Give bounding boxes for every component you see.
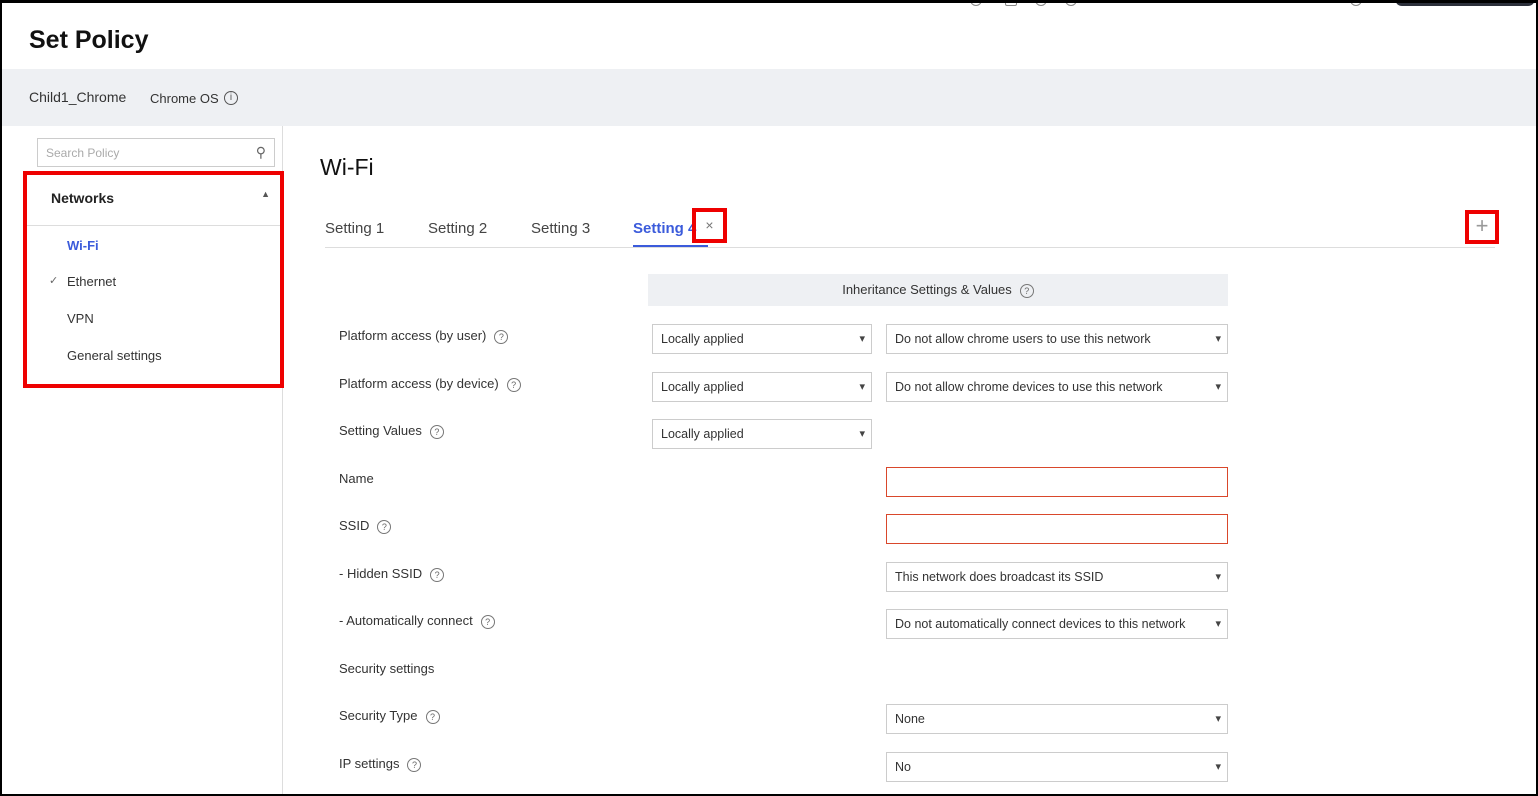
section-label: Security settings [339, 661, 435, 676]
sidebar-item-label: Ethernet [67, 274, 117, 289]
help-icon[interactable]: ? [377, 519, 392, 534]
networks-section: Networks ▲ Wi-Fi ✓ Ethernet VPN General se… [23, 171, 284, 388]
help-icon[interactable]: ? [506, 377, 521, 392]
add-tab-icon[interactable]: + [1465, 210, 1499, 244]
label-text: Security Type [339, 708, 418, 723]
info-icon[interactable]: i [224, 91, 238, 105]
field-label: - Automatically connect? [339, 613, 495, 629]
settings-icon[interactable] [1035, 0, 1047, 6]
label-text: Platform access (by user) [339, 328, 487, 343]
name-input[interactable] [886, 467, 1228, 497]
label-text: - Hidden SSID [339, 566, 423, 581]
sidebar: Search Policy ⚲ Networks ▲ Wi-Fi ✓ Ethernet… [2, 126, 284, 796]
label-text: Platform access (by device) [339, 376, 499, 391]
device-bar: Child1_Chrome Chrome OS i [2, 69, 1536, 126]
tab-setting-2[interactable]: Setting 2 [428, 220, 487, 237]
tab-setting-1[interactable]: Setting 1 [325, 220, 384, 237]
chevron-up-icon[interactable]: ▲ [261, 189, 270, 199]
label-text: Setting Values [339, 423, 422, 438]
field-label: Platform access (by user)? [339, 328, 509, 344]
help-icon[interactable]: ? [430, 567, 445, 582]
field-label: - Hidden SSID? [339, 566, 445, 582]
field-label: Setting Values? [339, 423, 444, 439]
networks-header[interactable]: Networks ▲ [27, 175, 280, 226]
inherit-select[interactable]: Locally applied [652, 419, 872, 449]
sidebar-item-wifi[interactable]: Wi-Fi [67, 238, 99, 253]
inherit-select[interactable]: Locally applied [652, 324, 872, 354]
help-icon[interactable]: ? [494, 329, 509, 344]
inheritance-header: Inheritance Settings & Values? [648, 274, 1228, 306]
field-label: Name [339, 471, 374, 486]
label-text: IP settings [339, 756, 400, 771]
section-heading: Wi-Fi [320, 154, 374, 180]
help-icon[interactable] [1065, 0, 1077, 6]
help-icon[interactable]: ? [480, 614, 495, 629]
sidebar-item-vpn[interactable]: VPN [67, 311, 94, 326]
search-input[interactable]: Search Policy ⚲ [37, 138, 275, 167]
value-select[interactable]: Do not allow chrome users to use this ne… [886, 324, 1228, 354]
field-label: IP settings? [339, 756, 422, 772]
help-icon[interactable]: ? [1019, 283, 1034, 298]
value-select[interactable]: This network does broadcast its SSID [886, 562, 1228, 592]
inheritance-label: Inheritance Settings & Values [842, 282, 1012, 297]
bell-icon[interactable] [970, 0, 982, 6]
value-select[interactable]: Do not allow chrome devices to use this … [886, 372, 1228, 402]
field-label: Security Type? [339, 708, 440, 724]
sidebar-item-general[interactable]: General settings [67, 348, 162, 363]
help-icon[interactable]: ? [407, 757, 422, 772]
sidebar-item-ethernet[interactable]: ✓ Ethernet [49, 274, 117, 289]
label-text: - Automatically connect [339, 613, 473, 628]
field-label: SSID? [339, 518, 392, 534]
user-icon[interactable] [1350, 0, 1362, 6]
help-icon[interactable]: ? [429, 424, 444, 439]
tab-setting-3[interactable]: Setting 3 [531, 220, 590, 237]
section-title: Networks [51, 190, 115, 206]
label-text: SSID [339, 518, 370, 533]
help-icon[interactable]: ? [425, 709, 440, 724]
page-title: Set Policy [29, 26, 149, 54]
account-button[interactable] [1395, 0, 1535, 6]
ssid-input[interactable] [886, 514, 1228, 544]
value-select[interactable]: None [886, 704, 1228, 734]
device-name: Child1_Chrome [29, 89, 127, 105]
inherit-select[interactable]: Locally applied [652, 372, 872, 402]
close-tab-icon[interactable]: × [692, 208, 727, 243]
search-placeholder: Search Policy [46, 146, 120, 160]
value-select[interactable]: Do not automatically connect devices to … [886, 609, 1228, 639]
device-os: Chrome OS [150, 91, 219, 106]
mail-icon[interactable] [1005, 0, 1017, 6]
check-icon: ✓ [49, 275, 59, 287]
tab-bar: Setting 1 Setting 2 Setting 3 Setting 4 … [325, 208, 1499, 248]
search-icon[interactable]: ⚲ [256, 144, 266, 161]
value-select[interactable]: No [886, 752, 1228, 782]
field-label: Platform access (by device)? [339, 376, 521, 392]
